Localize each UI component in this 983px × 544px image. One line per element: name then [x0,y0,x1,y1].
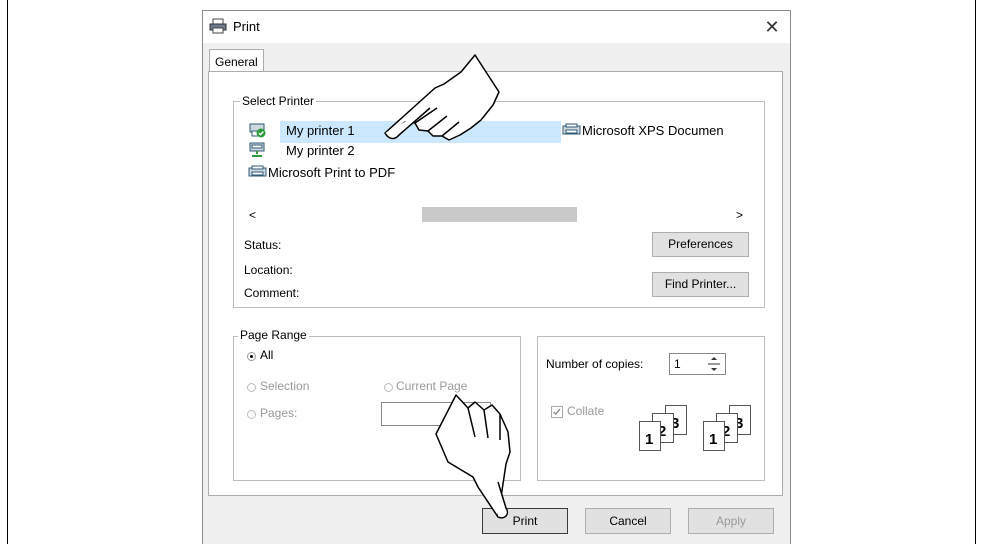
window-title: Print [233,19,260,34]
comment-label: Comment: [244,286,300,300]
page-range-legend: Page Range [238,328,309,342]
selection-radio[interactable] [247,383,256,392]
close-icon: ✕ [764,17,780,37]
copies-label: Number of copies: [546,357,644,371]
scroll-left-arrow[interactable]: < [249,208,256,222]
apply-button[interactable]: Apply [688,508,774,534]
print-button[interactable]: Print [482,508,568,534]
printer-network-icon [249,142,265,157]
printer-name: Microsoft Print to PDF [268,164,396,180]
printer-list[interactable]: My printer 1 My printer 2 Microsoft Prin… [240,112,754,208]
printer-name: My printer 1 [286,122,355,138]
select-printer-legend: Select Printer [240,94,317,108]
all-radio[interactable] [247,352,256,361]
cancel-button[interactable]: Cancel [585,508,671,534]
pages-input[interactable] [381,402,491,426]
printer-item-my-printer-1[interactable]: My printer 1 [248,122,355,138]
printer-title-icon [209,18,227,34]
pages-radio[interactable] [247,410,256,419]
printer-icon [562,123,581,135]
collate-stack-2: 3 2 1 [701,405,761,457]
current-page-radio[interactable] [384,383,393,392]
check-icon [553,408,561,416]
printer-name: Microsoft XPS Documen [582,122,724,138]
printer-item-my-printer-2[interactable]: My printer 2 [248,142,355,158]
selection-label: Selection [260,379,310,393]
collate-illustration: 3 2 1 3 2 1 [637,405,757,457]
printer-name: My printer 2 [286,142,355,158]
scroll-right-arrow[interactable]: > [736,208,743,222]
collate-stack-1: 3 2 1 [637,405,697,457]
scroll-thumb[interactable] [422,207,577,222]
printer-default-icon [249,123,266,138]
printer-list-scrollbar[interactable]: < > [240,206,754,224]
collate-label: Collate [567,404,605,418]
status-label: Status: [244,238,282,252]
printer-item-microsoft-print-to-pdf[interactable]: Microsoft Print to PDF [248,164,395,180]
find-printer-button[interactable]: Find Printer... [652,272,749,297]
spinner-icon[interactable] [706,356,722,372]
location-label: Location: [244,263,293,277]
title-bar: Print ✕ [203,11,790,43]
collate-page-1: 1 [703,421,725,451]
printer-icon [248,165,267,177]
copies-input[interactable]: 1 [669,353,726,375]
current-page-label: Current Page [396,379,468,393]
collate-page-1: 1 [639,421,661,451]
preferences-button[interactable]: Preferences [652,232,749,257]
copies-value: 1 [674,357,681,371]
collate-checkbox[interactable] [551,406,563,418]
printer-item-microsoft-xps[interactable]: Microsoft XPS Documen [562,122,724,138]
pages-label: Pages: [260,406,298,420]
close-button[interactable]: ✕ [760,15,784,39]
all-label: All [260,348,274,362]
